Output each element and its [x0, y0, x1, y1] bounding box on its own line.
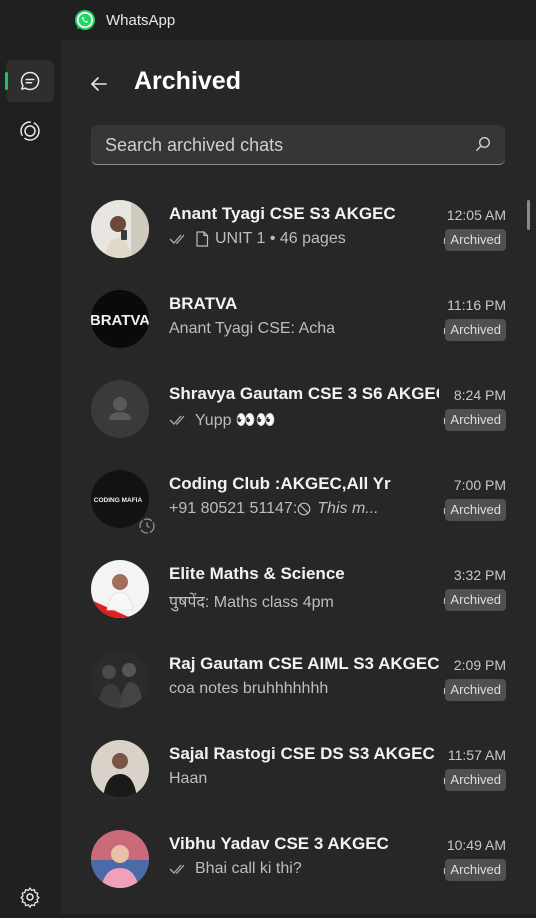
chat-row[interactable]: Elite Maths & Science 3:32 PM पुषपेंद: M… — [61, 542, 536, 632]
status-nav-button[interactable] — [6, 110, 54, 152]
chat-name: Coding Club :AKGEC,All Yr — [169, 474, 391, 493]
archived-badge: Archived — [445, 319, 506, 341]
chat-preview-text: Yupp 👀👀 — [195, 412, 276, 429]
community-badge-icon — [139, 518, 155, 534]
chat-preview: +91 80521 51147: This m... — [169, 500, 401, 518]
default-avatar-icon — [91, 380, 149, 438]
avatar-text: CODING MAFIA — [94, 497, 143, 504]
contact-avatar — [91, 200, 149, 258]
chat-name: Shravya Gautam CSE 3 S6 AKGEC — [169, 384, 439, 403]
chat-name: BRATVA — [169, 294, 238, 313]
deleted-message-icon — [297, 502, 311, 516]
chat-row[interactable]: BRATVA BRATVA 11:16 PM Anant Tyagi CSE: … — [61, 272, 536, 362]
chat-time: 2:09 PM — [453, 657, 506, 673]
whatsapp-logo-icon — [75, 10, 95, 30]
chat-row[interactable]: Sajal Rastogi CSE DS S3 AKGEC 11:57 AM H… — [61, 722, 536, 812]
status-icon — [20, 121, 40, 141]
chat-time: 11:16 PM — [447, 297, 506, 313]
chat-row[interactable]: Raj Gautam CSE AIML S3 AKGEC 2:09 PM coa… — [61, 632, 536, 722]
archived-badge: Archived — [445, 679, 506, 701]
nav-rail — [0, 40, 60, 914]
chat-preview: Bhai call ki thi? — [169, 860, 401, 878]
chat-preview-text: पुषपेंद: Maths class 4pm — [169, 594, 334, 611]
chat-preview-text: UNIT 1 • 46 pages — [215, 230, 346, 247]
app-title: WhatsApp — [106, 12, 176, 29]
settings-nav-button[interactable] — [6, 876, 54, 918]
chat-preview: Haan — [169, 770, 401, 788]
chat-time: 12:05 AM — [446, 207, 506, 223]
contact-avatar — [91, 830, 149, 888]
chat-preview: Yupp 👀👀 — [169, 410, 401, 430]
search-icon[interactable] — [475, 136, 491, 152]
group-avatar — [91, 560, 149, 618]
chat-preview-text: Haan — [169, 770, 208, 787]
archived-badge: Archived — [445, 409, 506, 431]
contact-avatar — [91, 740, 149, 798]
chat-preview-text: Anant Tyagi CSE: Acha — [169, 320, 336, 337]
chat-preview-text: This m... — [317, 500, 379, 517]
archived-badge: Archived — [445, 769, 506, 791]
group-avatar: BRATVA — [91, 290, 149, 348]
chat-name: Sajal Rastogi CSE DS S3 AKGEC — [169, 744, 435, 763]
chat-preview: UNIT 1 • 46 pages — [169, 230, 401, 248]
read-ticks-icon — [169, 864, 185, 874]
back-arrow-icon[interactable] — [87, 72, 111, 96]
chat-name: Anant Tyagi CSE S3 AKGEC — [169, 204, 396, 223]
chat-preview: Anant Tyagi CSE: Acha — [169, 320, 401, 338]
chat-row[interactable]: Vibhu Yadav CSE 3 AKGEC 10:49 AM Bhai ca… — [61, 812, 536, 902]
chat-icon — [20, 71, 40, 91]
chat-time: 11:57 AM — [447, 747, 506, 763]
chat-list: Anant Tyagi CSE S3 AKGEC 12:05 AM UNIT 1… — [61, 182, 536, 902]
chat-time: 3:32 PM — [453, 567, 506, 583]
list-scrollbar[interactable] — [527, 200, 530, 230]
archived-badge: Archived — [445, 859, 506, 881]
chat-row[interactable]: Shravya Gautam CSE 3 S6 AKGEC 8:24 PM Yu… — [61, 362, 536, 452]
chat-row[interactable]: Anant Tyagi CSE S3 AKGEC 12:05 AM UNIT 1… — [61, 182, 536, 272]
chat-time: 8:24 PM — [453, 387, 506, 403]
chat-preview-sender: +91 80521 51147: — [169, 500, 298, 517]
chat-name: Raj Gautam CSE AIML S3 AKGEC — [169, 654, 439, 673]
archived-badge: Archived — [445, 229, 506, 251]
chat-row[interactable]: CODING MAFIA Coding Club :AKGEC,All Yr 7… — [61, 452, 536, 542]
read-ticks-icon — [169, 234, 185, 244]
archived-panel: Archived Anant Tyagi CSE S3 AKGEC 12:05 … — [61, 40, 536, 914]
read-ticks-icon — [169, 415, 185, 425]
archived-badge: Archived — [445, 499, 506, 521]
archived-header: Archived — [61, 40, 536, 124]
chat-preview-text: Bhai call ki thi? — [195, 860, 302, 877]
chat-preview: पुषपेंद: Maths class 4pm — [169, 590, 401, 612]
chats-nav-button[interactable] — [5, 60, 54, 102]
chat-preview: coa notes bruhhhhhhh — [169, 680, 401, 698]
search-input[interactable] — [103, 133, 467, 157]
archived-badge: Archived — [445, 589, 506, 611]
chat-preview-text: coa notes bruhhhhhhh — [169, 680, 329, 697]
chat-name: Elite Maths & Science — [169, 564, 345, 583]
title-bar: WhatsApp — [0, 0, 536, 40]
chat-time: 10:49 AM — [446, 837, 506, 853]
contact-avatar — [91, 650, 149, 708]
chat-name: Vibhu Yadav CSE 3 AKGEC — [169, 834, 389, 853]
avatar-text: BRATVA — [91, 312, 149, 329]
page-title: Archived — [134, 67, 241, 95]
gear-icon — [20, 887, 40, 908]
chat-time: 7:00 PM — [453, 477, 506, 493]
search-box[interactable] — [91, 125, 505, 165]
document-icon — [196, 231, 209, 247]
